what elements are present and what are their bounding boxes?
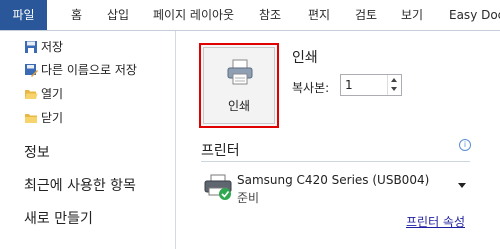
printer-status: 준비 (237, 191, 260, 205)
save-as-icon (24, 63, 38, 77)
tab-page-layout[interactable]: 페이지 레이아웃 (153, 0, 234, 30)
printer-properties-link[interactable]: 프린터 속성 (406, 213, 465, 230)
tab-easy-docu[interactable]: Easy Docu (449, 0, 500, 30)
spin-down-icon[interactable] (391, 87, 397, 91)
ribbon-tab-bar: 파일 홈 삽입 페이지 레이아웃 참조 편지 검토 보기 Easy Docu (0, 0, 500, 31)
print-heading: 인쇄 (292, 50, 318, 66)
tab-view[interactable]: 보기 (401, 0, 423, 30)
tab-home[interactable]: 홈 (71, 0, 82, 30)
print-button-label: 인쇄 (227, 99, 251, 113)
divider (201, 161, 470, 162)
copies-spinner[interactable] (387, 75, 401, 95)
copies-label: 복사본: (292, 81, 330, 95)
copies-value[interactable]: 1 (345, 78, 353, 92)
printer-name: Samsung C420 Series (USB004) (237, 173, 430, 187)
printer-device-icon (203, 173, 233, 204)
info-icon[interactable]: i (459, 139, 471, 151)
close-folder-icon (24, 111, 38, 125)
tab-insert[interactable]: 삽입 (107, 0, 129, 30)
printer-icon (226, 58, 254, 89)
tab-review[interactable]: 검토 (355, 0, 377, 30)
tab-mailings[interactable]: 편지 (308, 0, 330, 30)
tab-references[interactable]: 참조 (259, 0, 281, 30)
spin-up-icon[interactable] (391, 78, 397, 82)
chevron-down-icon[interactable] (458, 183, 466, 188)
printer-heading: 프린터 (201, 143, 240, 159)
section-new[interactable]: 새로 만들기 (24, 208, 93, 228)
open-folder-icon (24, 87, 38, 101)
tab-file[interactable]: 파일 (0, 0, 47, 30)
printer-select[interactable]: Samsung C420 Series (USB004) 준비 (199, 166, 471, 210)
save-icon (24, 40, 38, 54)
section-info[interactable]: 정보 (24, 142, 50, 162)
copies-stepper[interactable]: 1 (340, 74, 402, 96)
section-recent[interactable]: 최근에 사용한 항목 (24, 175, 136, 195)
print-button[interactable]: 인쇄 (199, 43, 279, 128)
